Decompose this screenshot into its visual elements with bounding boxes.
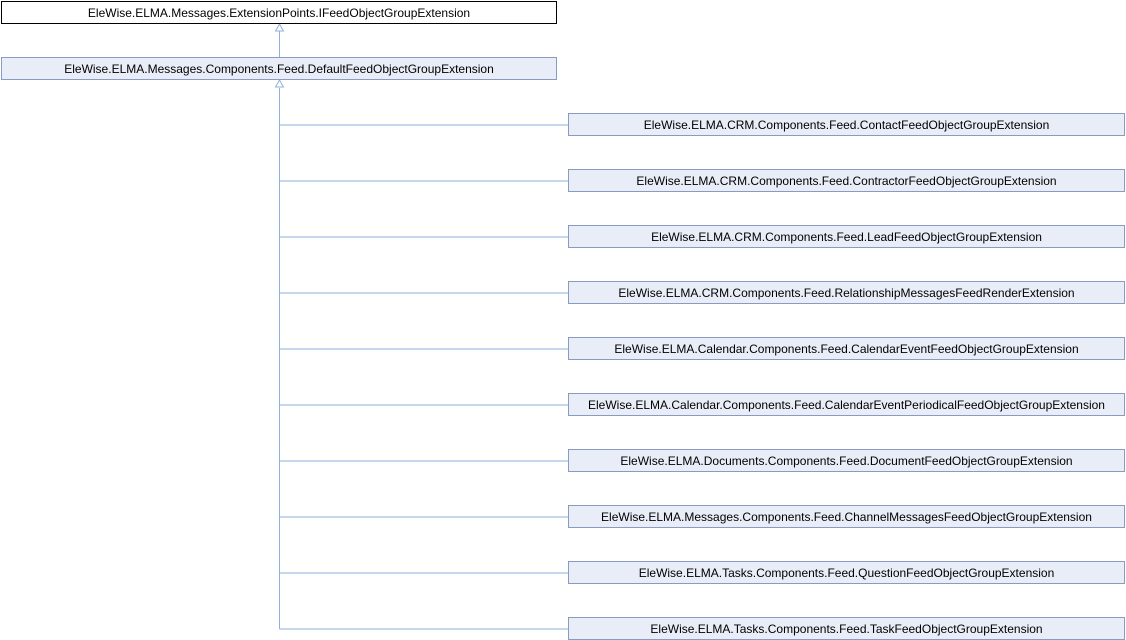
interface-node[interactable]: EleWise.ELMA.Messages.ExtensionPoints.IF… — [1, 1, 557, 24]
derived-class-node[interactable]: EleWise.ELMA.CRM.Components.Feed.Contrac… — [568, 169, 1125, 192]
derived-class-label: EleWise.ELMA.CRM.Components.Feed.Contrac… — [636, 173, 1057, 188]
derived-class-label: EleWise.ELMA.Calendar.Components.Feed.Ca… — [614, 341, 1079, 356]
derived-class-label: EleWise.ELMA.CRM.Components.Feed.Contact… — [643, 117, 1050, 132]
derived-class-node[interactable]: EleWise.ELMA.Messages.Components.Feed.Ch… — [568, 505, 1125, 528]
derived-class-node[interactable]: EleWise.ELMA.CRM.Components.Feed.LeadFee… — [568, 225, 1125, 248]
derived-class-label: EleWise.ELMA.Tasks.Components.Feed.TaskF… — [650, 621, 1043, 636]
inheritance-edges — [274, 22, 568, 630]
derived-class-label: EleWise.ELMA.Messages.Components.Feed.Ch… — [601, 509, 1092, 524]
derived-to-base-arrowhead — [274, 78, 285, 88]
derived-class-node[interactable]: EleWise.ELMA.CRM.Components.Feed.Contact… — [568, 113, 1125, 136]
base-to-interface-arrowhead — [274, 22, 285, 32]
derived-class-node[interactable]: EleWise.ELMA.Calendar.Components.Feed.Ca… — [568, 337, 1125, 360]
derived-class-label: EleWise.ELMA.Tasks.Components.Feed.Quest… — [638, 565, 1055, 580]
derived-class-node[interactable]: EleWise.ELMA.Tasks.Components.Feed.Quest… — [568, 561, 1125, 584]
derived-class-label: EleWise.ELMA.Documents.Components.Feed.D… — [620, 453, 1073, 468]
interface-node-label: EleWise.ELMA.Messages.ExtensionPoints.IF… — [87, 5, 471, 20]
derived-class-node[interactable]: EleWise.ELMA.Tasks.Components.Feed.TaskF… — [568, 617, 1125, 640]
derived-class-label: EleWise.ELMA.CRM.Components.Feed.Relatio… — [618, 285, 1075, 300]
derived-class-label: EleWise.ELMA.CRM.Components.Feed.LeadFee… — [651, 229, 1042, 244]
derived-class-node[interactable]: EleWise.ELMA.Calendar.Components.Feed.Ca… — [568, 393, 1125, 416]
base-class-node[interactable]: EleWise.ELMA.Messages.Components.Feed.De… — [1, 57, 557, 80]
derived-class-node[interactable]: EleWise.ELMA.CRM.Components.Feed.Relatio… — [568, 281, 1125, 304]
derived-class-node[interactable]: EleWise.ELMA.Documents.Components.Feed.D… — [568, 449, 1125, 472]
derived-class-label: EleWise.ELMA.Calendar.Components.Feed.Ca… — [588, 397, 1105, 412]
base-class-node-label: EleWise.ELMA.Messages.Components.Feed.De… — [64, 61, 494, 76]
